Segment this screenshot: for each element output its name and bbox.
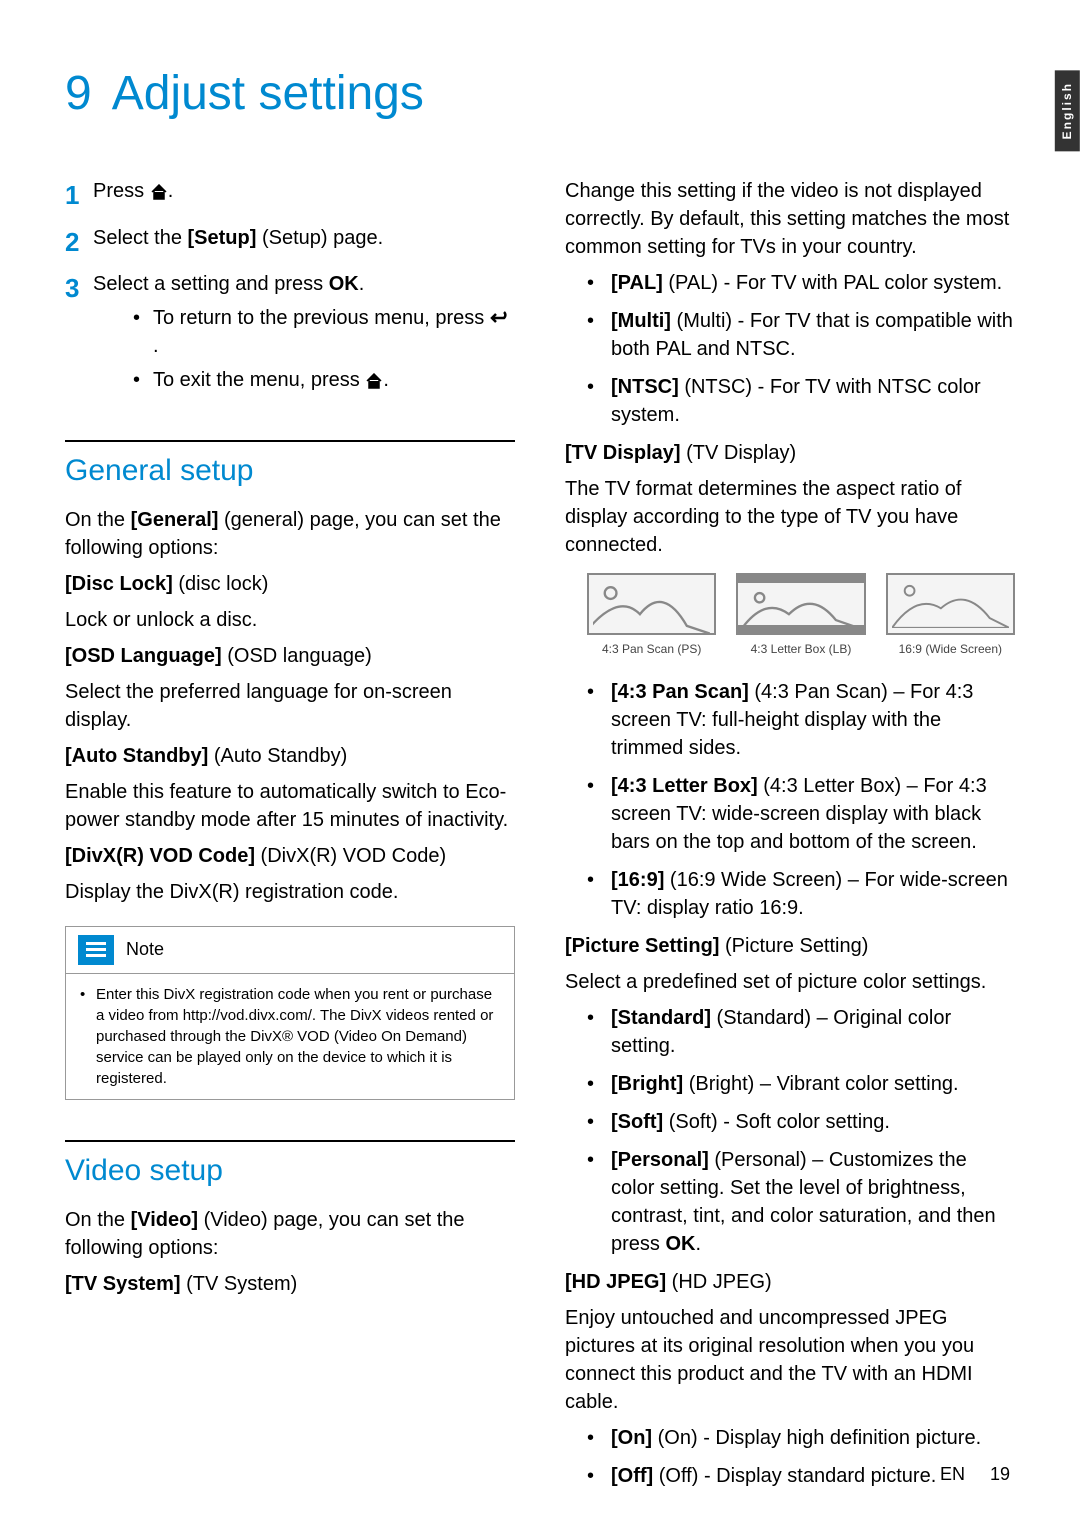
- ntsc-bullet: [NTSC] (NTSC) - For TV with NTSC color s…: [565, 373, 1015, 429]
- picture-desc: Select a predefined set of picture color…: [565, 968, 1015, 996]
- home-icon: [150, 184, 168, 200]
- chapter-title-text: Adjust settings: [112, 67, 424, 120]
- sub-bullet: To exit the menu, press .: [129, 366, 515, 394]
- widescreen-image: 16:9 (Wide Screen): [886, 573, 1015, 658]
- letterbox-bullet: [4:3 Letter Box] (4:3 Letter Box) – For …: [565, 772, 1015, 856]
- video-intro: On the [Video] (Video) page, you can set…: [65, 1206, 515, 1262]
- step-3: Select a setting and press OK. To return…: [93, 270, 515, 400]
- auto-option: [Auto Standby] (Auto Standby): [65, 742, 515, 770]
- letterbox-image: 4:3 Letter Box (LB): [736, 573, 865, 658]
- language-tab: English: [1055, 70, 1080, 151]
- chapter-number: 9: [65, 67, 92, 120]
- panscan-bullet: [4:3 Pan Scan] (4:3 Pan Scan) – For 4:3 …: [565, 678, 1015, 762]
- tvsystem-option: [TV System] (TV System): [65, 1270, 515, 1298]
- page-number: 19: [990, 1464, 1010, 1484]
- left-column: 1 Press . 2 Select the [Setup] (Setup) p…: [65, 177, 515, 1500]
- back-icon: [490, 311, 510, 327]
- panscan-image: 4:3 Pan Scan (PS): [587, 573, 716, 658]
- widescreen-bullet: [16:9] (16:9 Wide Screen) – For wide-scr…: [565, 866, 1015, 922]
- divx-desc: Display the DivX(R) registration code.: [65, 878, 515, 906]
- pal-bullet: [PAL] (PAL) - For TV with PAL color syst…: [565, 269, 1015, 297]
- note-icon: [78, 935, 114, 965]
- hdjpeg-option: [HD JPEG] (HD JPEG): [565, 1268, 1015, 1296]
- bright-bullet: [Bright] (Bright) – Vibrant color settin…: [565, 1070, 1015, 1098]
- tvsystem-desc: Change this setting if the video is not …: [565, 177, 1015, 261]
- auto-desc: Enable this feature to automatically swi…: [65, 778, 515, 834]
- video-setup-heading: Video setup: [65, 1150, 515, 1192]
- step-2: Select the [Setup] (Setup) page.: [93, 224, 515, 252]
- tvdisplay-option: [TV Display] (TV Display): [565, 439, 1015, 467]
- divx-option: [DivX(R) VOD Code] (DivX(R) VOD Code): [65, 842, 515, 870]
- steps-list: 1 Press . 2 Select the [Setup] (Setup) p…: [65, 177, 515, 400]
- chapter-title: 9 Adjust settings: [65, 60, 1015, 127]
- sub-bullet: To return to the previous menu, press .: [129, 304, 515, 360]
- osd-option: [OSD Language] (OSD language): [65, 642, 515, 670]
- footer-language: EN: [940, 1464, 965, 1484]
- step-number: 1: [65, 177, 93, 213]
- home-icon: [365, 373, 383, 389]
- picture-option: [Picture Setting] (Picture Setting): [565, 932, 1015, 960]
- standard-bullet: [Standard] (Standard) – Original color s…: [565, 1004, 1015, 1060]
- tvdisplay-desc: The TV format determines the aspect rati…: [565, 475, 1015, 559]
- osd-desc: Select the preferred language for on-scr…: [65, 678, 515, 734]
- disclock-desc: Lock or unlock a disc.: [65, 606, 515, 634]
- right-column: Change this setting if the video is not …: [565, 177, 1015, 1500]
- note-title: Note: [126, 937, 164, 962]
- soft-bullet: [Soft] (Soft) - Soft color setting.: [565, 1108, 1015, 1136]
- page-footer: EN 19: [940, 1462, 1010, 1487]
- note-body: Enter this DivX registration code when y…: [66, 974, 514, 1099]
- step-number: 3: [65, 270, 93, 306]
- general-intro: On the [General] (general) page, you can…: [65, 506, 515, 562]
- step-1: Press .: [93, 177, 515, 205]
- step-number: 2: [65, 224, 93, 260]
- tv-display-images: 4:3 Pan Scan (PS) 4:3 Letter Box (LB) 16…: [587, 573, 1015, 658]
- hdjpeg-desc: Enjoy untouched and uncompressed JPEG pi…: [565, 1304, 1015, 1416]
- on-bullet: [On] (On) - Display high definition pict…: [565, 1424, 1015, 1452]
- general-setup-heading: General setup: [65, 450, 515, 492]
- personal-bullet: [Personal] (Personal) – Customizes the c…: [565, 1146, 1015, 1258]
- disclock-option: [Disc Lock] (disc lock): [65, 570, 515, 598]
- note-box: Note Enter this DivX registration code w…: [65, 926, 515, 1100]
- multi-bullet: [Multi] (Multi) - For TV that is compati…: [565, 307, 1015, 363]
